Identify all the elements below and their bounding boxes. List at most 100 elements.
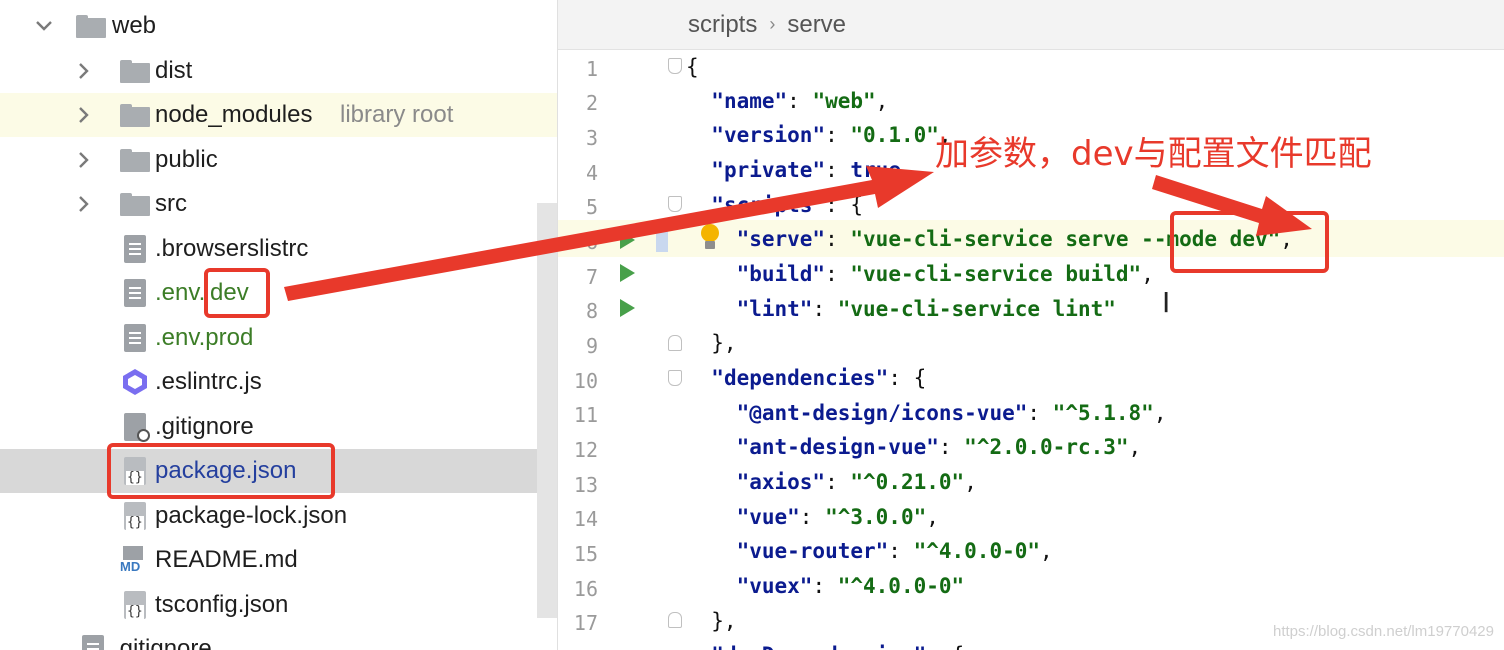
run-script-icon[interactable] xyxy=(620,264,635,282)
line-number: 6 xyxy=(585,230,598,254)
line-number: 5 xyxy=(585,195,598,219)
markdown-icon: MD xyxy=(120,546,148,574)
tree-item-label: README.md xyxy=(155,546,298,573)
fold-icon[interactable] xyxy=(668,196,682,212)
fold-icon[interactable] xyxy=(668,370,682,386)
tree-scrollbar[interactable] xyxy=(537,203,557,618)
folder-icon xyxy=(120,59,150,83)
code-line-17: }, xyxy=(686,609,737,633)
fold-end-icon[interactable] xyxy=(668,612,682,628)
tree-item-package-lock-json[interactable]: {} package-lock.json xyxy=(0,494,557,538)
code-line-13: "axios": "^0.21.0", xyxy=(736,470,977,494)
chevron-right-icon[interactable] xyxy=(72,59,96,83)
folder-icon xyxy=(120,192,150,216)
chevron-down-icon[interactable] xyxy=(32,14,56,38)
code-line-11: "@ant-design/icons-vue": "^5.1.8", xyxy=(736,401,1167,425)
breadcrumb: scripts › serve xyxy=(558,0,1504,50)
line-number: 14 xyxy=(573,507,598,531)
library-root-hint: library root xyxy=(340,101,454,128)
code-line-9: }, xyxy=(686,331,737,355)
tree-item-browserslistrc[interactable]: .browserslistrc xyxy=(0,227,557,271)
breadcrumb-item-serve[interactable]: serve xyxy=(787,11,846,39)
text-file-icon xyxy=(124,279,146,307)
tree-item-eslintrc[interactable]: .eslintrc.js xyxy=(0,360,557,404)
tree-item-tsconfig[interactable]: {} tsconfig.json xyxy=(0,583,557,627)
tree-item-node-modules[interactable]: node_modules library root xyxy=(0,93,557,137)
tree-item-label: .gitignore xyxy=(155,413,254,440)
tree-item-dist[interactable]: dist xyxy=(0,49,557,93)
eslint-icon xyxy=(120,367,150,397)
line-number: 10 xyxy=(573,369,598,393)
json-file-icon: {} xyxy=(124,591,146,619)
line-number: 7 xyxy=(585,265,598,289)
tree-item-readme[interactable]: MD README.md xyxy=(0,538,557,582)
tree-item-env-dev[interactable]: .env. dev xyxy=(0,271,557,315)
code-line-12: "ant-design-vue": "^2.0.0-rc.3", xyxy=(736,435,1142,459)
folder-icon xyxy=(76,14,106,38)
tree-item-label: .browserslistrc xyxy=(155,235,309,262)
chevron-right-icon[interactable] xyxy=(72,148,96,172)
code-line-2: "name": "web", xyxy=(711,89,889,113)
tree-item-label: src xyxy=(155,190,187,217)
gutter-selection-marker xyxy=(656,226,668,252)
tree-item-web[interactable]: web xyxy=(0,4,557,48)
tree-item-label: tsconfig.json xyxy=(155,591,289,618)
tree-item-root-gitignore[interactable]: .gitignore xyxy=(0,627,557,650)
fold-icon[interactable] xyxy=(668,58,682,74)
code-line-4: "private": true, xyxy=(711,158,914,182)
tree-item-label-prefix: .env. xyxy=(155,279,206,306)
tree-item-public[interactable]: public xyxy=(0,138,557,182)
code-line-10: "dependencies": { xyxy=(711,366,927,390)
code-line-5: "scripts": { xyxy=(711,193,864,217)
tree-item-label: .env.prod xyxy=(155,324,254,351)
json-file-icon: {} xyxy=(124,502,146,530)
tree-item-label: web xyxy=(112,12,157,39)
highlight-box-package-json xyxy=(107,443,335,499)
code-editor[interactable]: scripts › serve 1 2 3 4 5 6 7 8 9 10 11 … xyxy=(557,0,1504,650)
watermark: https://blog.csdn.net/lm19770429 xyxy=(1273,623,1494,640)
annotation-text: 加参数，dev与配置文件匹配 xyxy=(935,134,1372,174)
line-number: 8 xyxy=(585,299,598,323)
chevron-right-icon[interactable] xyxy=(72,103,96,127)
line-number: 15 xyxy=(573,542,598,566)
text-cursor-icon: I xyxy=(1162,286,1171,319)
line-number: 13 xyxy=(573,473,598,497)
tree-item-label: package-lock.json xyxy=(155,502,348,529)
highlight-box-mode-dev xyxy=(1170,211,1329,273)
line-number: 17 xyxy=(573,611,598,635)
run-script-icon[interactable] xyxy=(620,231,635,249)
editor-gutter: 1 2 3 4 5 6 7 8 9 10 11 12 13 14 15 16 1… xyxy=(558,50,668,650)
folder-icon xyxy=(120,148,150,172)
line-number: 12 xyxy=(573,438,598,462)
line-number: 2 xyxy=(585,91,598,115)
fold-end-icon[interactable] xyxy=(668,335,682,351)
line-number: 1 xyxy=(585,57,598,81)
code-line-1: { xyxy=(686,55,699,79)
text-file-icon xyxy=(124,324,146,352)
code-line-18: "devDependencies": { xyxy=(686,638,964,650)
line-number: 16 xyxy=(573,577,598,601)
project-tree: web dist node_modules library root publi… xyxy=(0,0,557,650)
code-line-3: "version": "0.1.0", xyxy=(711,123,952,147)
tree-item-label: .eslintrc.js xyxy=(155,368,262,395)
code-line-15: "vue-router": "^4.0.0-0", xyxy=(736,539,1053,563)
tree-item-label: .gitignore xyxy=(113,635,212,650)
code-line-8: "lint": "vue-cli-service lint" xyxy=(736,297,1116,321)
breadcrumb-item-scripts[interactable]: scripts xyxy=(688,11,757,39)
chevron-right-icon[interactable] xyxy=(72,192,96,216)
text-file-icon xyxy=(82,635,104,650)
folder-icon xyxy=(120,103,150,127)
code-line-14: "vue": "^3.0.0", xyxy=(736,505,939,529)
line-number: 9 xyxy=(585,334,598,358)
text-file-icon xyxy=(124,235,146,263)
run-script-icon[interactable] xyxy=(620,299,635,317)
tree-item-label: node_modules xyxy=(155,101,313,128)
highlight-box-env-dev xyxy=(204,268,270,318)
code-line-7: "build": "vue-cli-service build", xyxy=(736,262,1154,286)
tree-item-env-prod[interactable]: .env.prod xyxy=(0,316,557,360)
line-number: 3 xyxy=(585,126,598,150)
code-line-16: "vuex": "^4.0.0-0" xyxy=(736,574,965,598)
tree-item-label: public xyxy=(155,146,218,173)
tree-item-src[interactable]: src xyxy=(0,182,557,226)
line-number: 4 xyxy=(585,161,598,185)
